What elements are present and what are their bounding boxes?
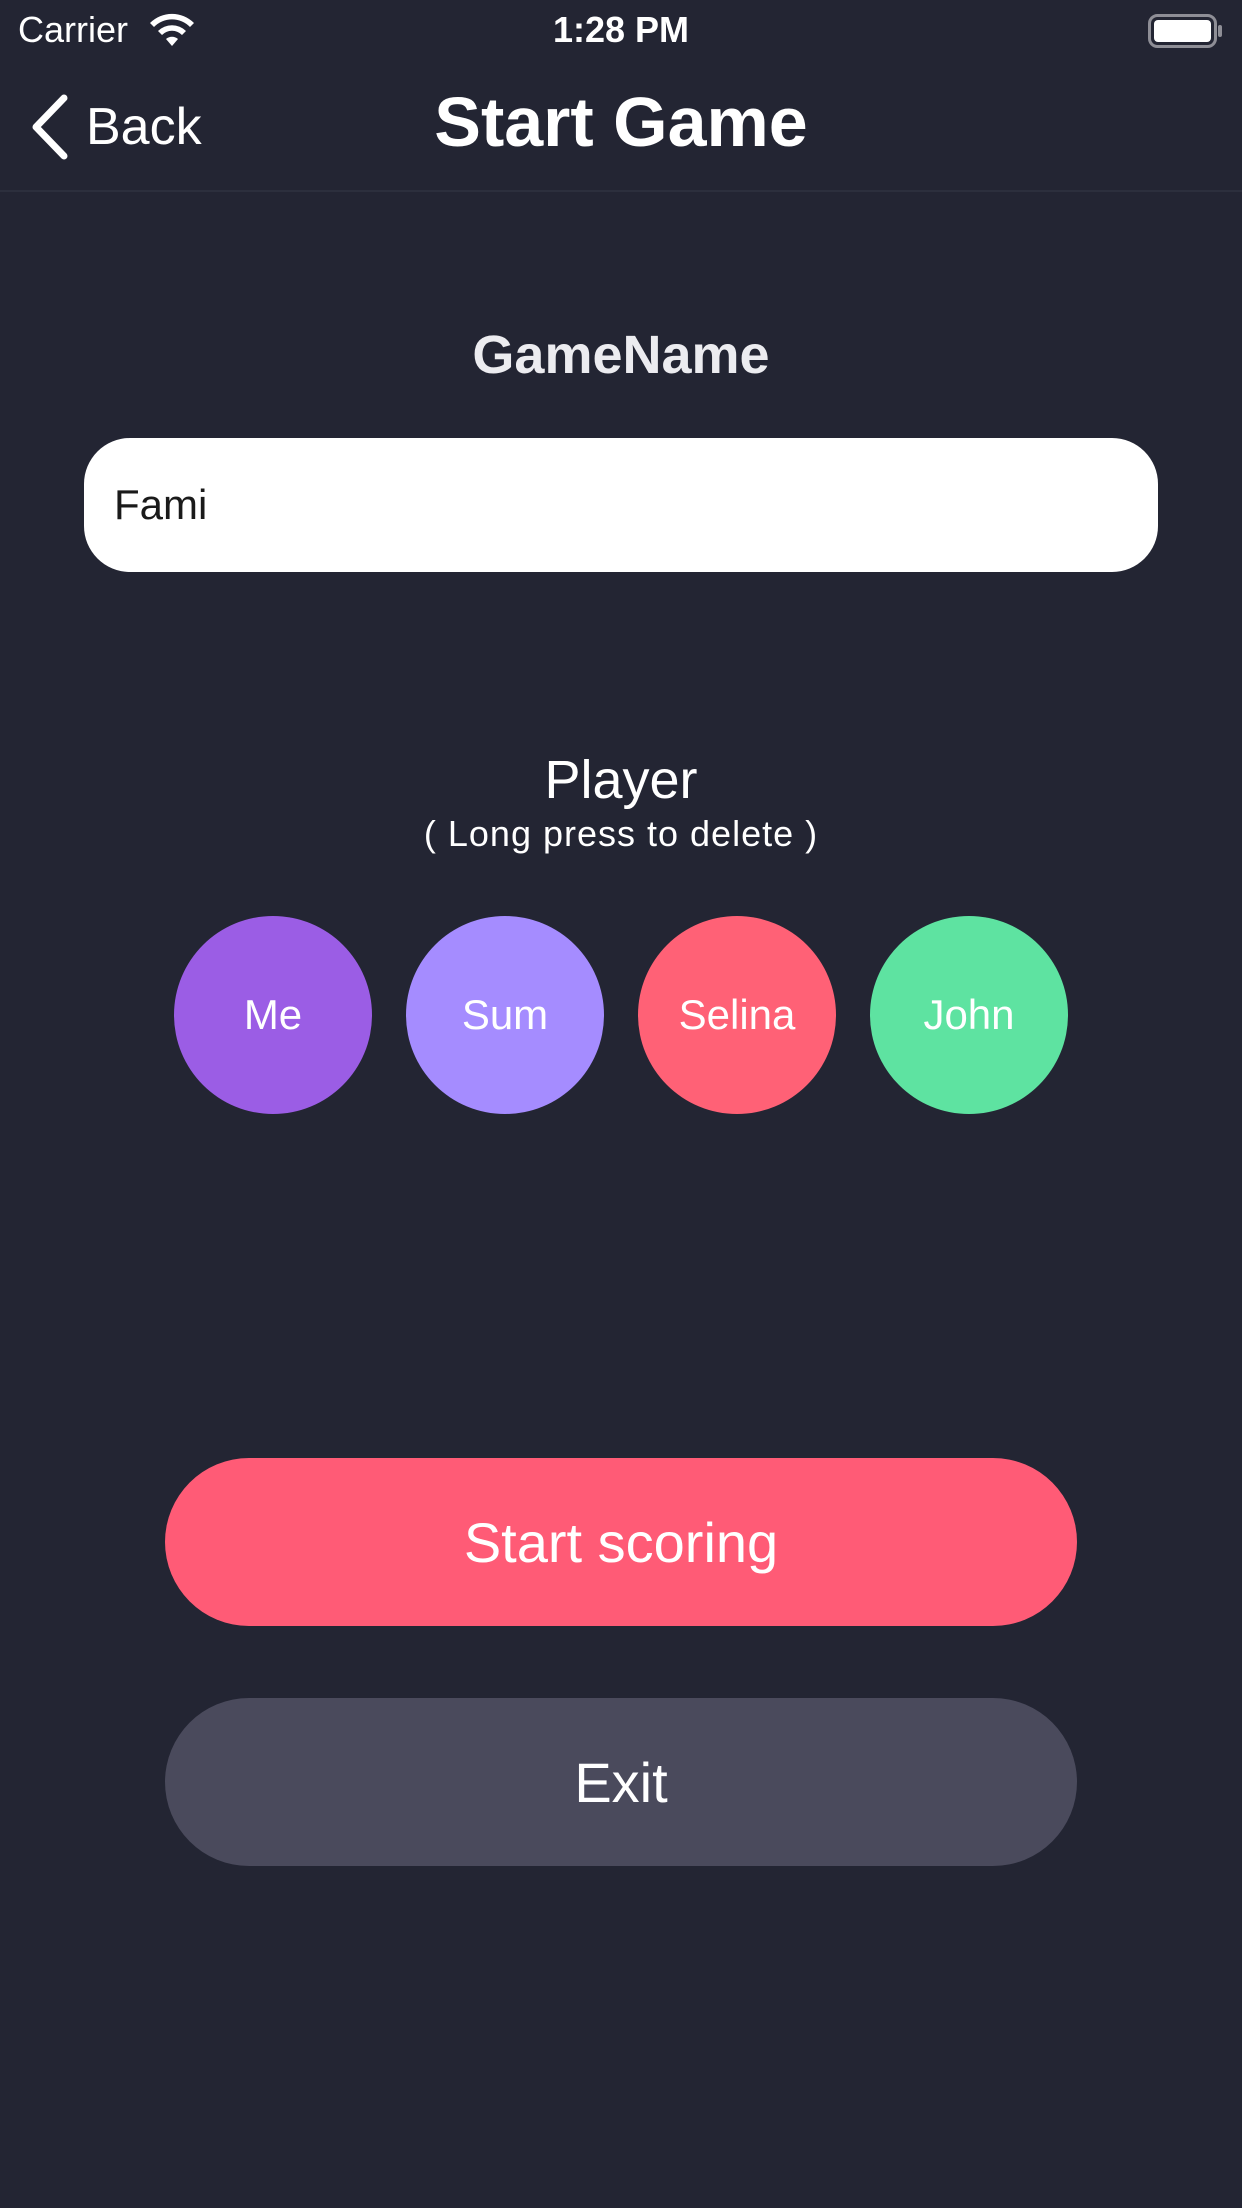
game-name-label: GameName <box>472 325 770 385</box>
player-avatar-john[interactable]: John <box>870 916 1068 1114</box>
player-name: Sum <box>461 991 549 1038</box>
player-name: Me <box>243 991 303 1038</box>
game-name-input[interactable] <box>84 438 1158 572</box>
player-delete-hint: ( Long press to delete ) <box>423 813 819 854</box>
navigation-bar: Back Start Game <box>0 60 1242 192</box>
battery-icon <box>1148 14 1222 48</box>
player-avatar-me[interactable]: Me <box>174 916 372 1114</box>
player-list: Me Sum Selina John <box>174 916 1068 1114</box>
player-section-title: Player <box>544 750 698 810</box>
player-avatar-selina[interactable]: Selina <box>638 916 836 1114</box>
player-name: John <box>923 991 1015 1038</box>
exit-button[interactable]: Exit <box>165 1698 1077 1866</box>
exit-label: Exit <box>574 1750 668 1814</box>
status-time: 1:28 PM <box>552 9 690 50</box>
player-avatar-sum[interactable]: Sum <box>406 916 604 1114</box>
page-title: Start Game <box>434 83 808 161</box>
start-scoring-label: Start scoring <box>463 1510 779 1574</box>
start-scoring-button[interactable]: Start scoring <box>165 1458 1077 1626</box>
status-bar: Carrier 1:28 PM <box>0 0 1242 60</box>
player-name: Selina <box>678 991 796 1038</box>
